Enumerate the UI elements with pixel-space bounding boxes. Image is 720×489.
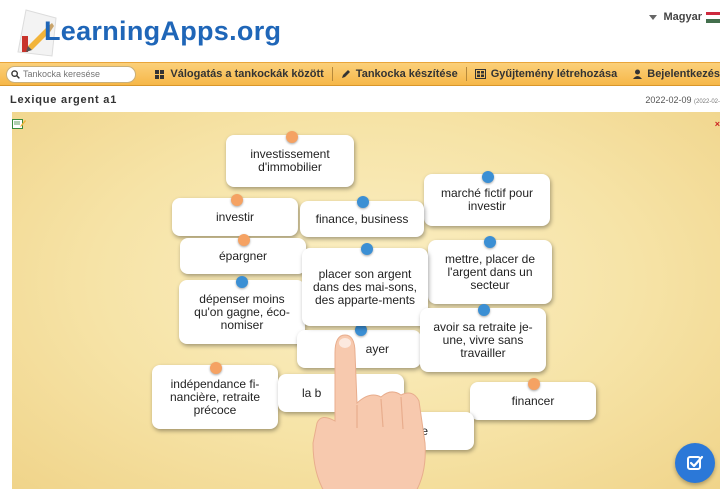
edit-note-icon[interactable] — [12, 118, 26, 130]
card-text: placer son argent dans des mai-sons, des… — [312, 266, 418, 307]
card-depenser-moins[interactable]: dépenser moins qu'on gagne, éco-nomiser — [179, 280, 305, 344]
pin-blue — [482, 171, 494, 183]
pin-orange — [528, 378, 540, 390]
card-text: finance, business — [315, 211, 409, 226]
card-text: ayer — [365, 341, 389, 356]
card-independance-financiere[interactable]: indépendance fi-nancière, retraite préco… — [152, 365, 278, 429]
pencil-icon — [341, 70, 350, 78]
nav-create-collection[interactable]: Gyűjtemény létrehozása — [467, 62, 626, 86]
card-text: épargner — [218, 248, 268, 263]
card-text: investir — [215, 209, 254, 224]
nav-login-label: Bejelentkezés — [647, 68, 720, 80]
logo-text[interactable]: LearningApps.org — [44, 16, 281, 47]
card-text: dépenser moins qu'on gagne, éco-nomiser — [194, 291, 290, 332]
card-text: marché fictif pour investir — [440, 186, 534, 213]
check-answers-button[interactable] — [675, 443, 715, 483]
nav-browse-apps[interactable]: Válogatás a tankockák között — [147, 62, 331, 86]
pin-blue — [478, 304, 490, 316]
card-mettre-placer[interactable]: mettre, placer de l'argent dans un secte… — [428, 240, 552, 304]
card-text: la b — [302, 385, 322, 400]
pin-orange — [210, 362, 222, 374]
collection-icon — [474, 69, 486, 79]
search-icon — [11, 69, 20, 79]
search-input[interactable] — [23, 69, 133, 79]
app-stage: × investissement d'immobilier marché fic… — [12, 112, 720, 489]
pin-blue — [484, 236, 496, 248]
check-edit-icon — [687, 455, 704, 470]
nav-create-label: Tankocka készítése — [355, 68, 458, 80]
close-icon[interactable]: × — [715, 119, 720, 129]
card-text: avoir sa retraite je-une, vivre sans tra… — [433, 319, 533, 360]
card-placer-son-argent[interactable]: placer son argent dans des mai-sons, des… — [302, 248, 428, 326]
card-text: mettre, placer de l'argent dans un secte… — [444, 251, 536, 292]
card-la-b[interactable]: la b — [278, 374, 404, 412]
pin-blue — [361, 243, 373, 255]
pin-orange — [407, 408, 419, 420]
pin-orange — [238, 234, 250, 246]
nav-browse-label: Válogatás a tankockák között — [170, 68, 324, 80]
card-avoir-sa-retraite[interactable]: avoir sa retraite je-une, vivre sans tra… — [420, 308, 546, 372]
pin-orange — [286, 131, 298, 143]
site-header: LearningApps.org Magyar — [0, 0, 720, 62]
search-box[interactable] — [6, 65, 136, 83]
app-title-row: Lexique argent a1 2022-02-09 (2022-02- — [0, 88, 720, 112]
user-icon — [633, 69, 643, 79]
pin-orange — [231, 194, 243, 206]
language-label: Magyar — [663, 11, 702, 23]
card-text: financer — [511, 393, 555, 408]
grid-icon — [155, 69, 165, 79]
nav-collection-label: Gyűjtemény létrehozása — [490, 68, 618, 80]
nav-login[interactable]: Bejelentkezés — [625, 62, 720, 86]
nav-create-app[interactable]: Tankocka készítése — [333, 62, 466, 86]
pin-blue — [357, 196, 369, 208]
dropdown-triangle-icon — [649, 14, 658, 20]
card-text: ire — [414, 423, 428, 438]
app-date: 2022-02-09 (2022-02- — [645, 95, 720, 105]
app-title: Lexique argent a1 — [10, 94, 118, 106]
app-date-small: (2022-02- — [693, 99, 720, 105]
app-date-value: 2022-02-09 — [645, 95, 692, 105]
card-text: investissement d'immobilier — [250, 147, 330, 174]
hungarian-flag-icon — [706, 11, 720, 23]
card-text: indépendance fi-nancière, retraite préco… — [169, 376, 261, 417]
pin-blue — [236, 276, 248, 288]
main-nav-bar: Válogatás a tankockák között Tankocka ké… — [0, 62, 720, 86]
language-selector[interactable]: Magyar — [649, 10, 720, 24]
